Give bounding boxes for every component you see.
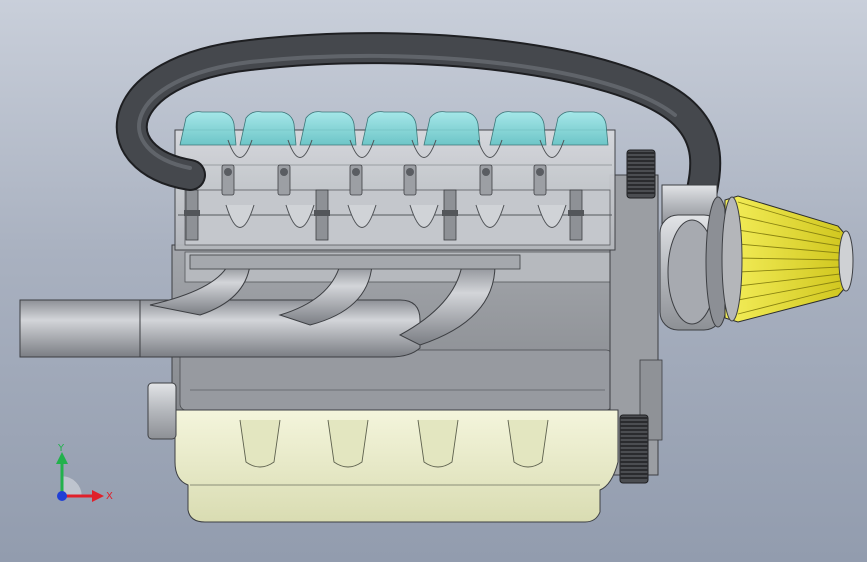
- front-pulley[interactable]: [147, 382, 177, 440]
- gear-tooth: [620, 457, 648, 459]
- gear-tooth: [620, 417, 648, 419]
- water-jacket-lobe: [423, 111, 481, 146]
- valve-stem: [280, 168, 288, 176]
- x-axis-label: X: [106, 491, 113, 502]
- gear-tooth: [620, 469, 648, 471]
- valve-stem: [352, 168, 360, 176]
- gear-tooth: [620, 465, 648, 467]
- sump-rib: [507, 419, 549, 468]
- water-jacket[interactable]: [179, 111, 609, 146]
- valve-stem: [536, 168, 544, 176]
- gear-tooth: [627, 176, 655, 178]
- water-jacket-lobe: [299, 111, 357, 146]
- gear-tooth: [620, 477, 648, 479]
- air-filter[interactable]: [721, 195, 854, 323]
- water-jacket-lobe: [551, 111, 609, 146]
- x-axis-arrowhead: [92, 490, 104, 502]
- gear-tooth: [620, 437, 648, 439]
- z-axis-dot: [57, 491, 67, 501]
- gear-tooth: [620, 473, 648, 475]
- intake-elbow[interactable]: [659, 184, 731, 331]
- gear-tooth: [627, 168, 655, 170]
- y-axis-label: Y: [57, 443, 65, 454]
- valve-stem: [482, 168, 490, 176]
- valve-stem: [406, 168, 414, 176]
- oil-sump[interactable]: [174, 409, 619, 523]
- water-jacket-lobe: [239, 111, 297, 146]
- camshaft-sprocket[interactable]: [626, 149, 656, 199]
- engine-assembly-model[interactable]: [0, 0, 867, 562]
- flywheel-gear[interactable]: [619, 414, 649, 484]
- gear-tooth: [627, 164, 655, 166]
- cylinder-head[interactable]: [174, 129, 616, 251]
- water-jacket-lobe: [179, 111, 237, 146]
- gear-tooth: [627, 188, 655, 190]
- gear-tooth: [627, 180, 655, 182]
- gear-tooth: [620, 429, 648, 431]
- sump-rib: [327, 419, 369, 468]
- sump-rib: [239, 419, 281, 468]
- gear-tooth: [627, 192, 655, 194]
- bolt-flange: [184, 210, 200, 216]
- sump-rib: [417, 419, 459, 468]
- gear-tooth: [620, 461, 648, 463]
- gear-tooth: [620, 441, 648, 443]
- gear-tooth: [620, 421, 648, 423]
- gear-tooth: [620, 445, 648, 447]
- gear-tooth: [627, 184, 655, 186]
- gear-tooth: [620, 453, 648, 455]
- water-jacket-lobe: [489, 111, 547, 146]
- valve-stem: [224, 168, 232, 176]
- gear-tooth: [627, 156, 655, 158]
- gear-tooth: [620, 449, 648, 451]
- water-jacket-lobe: [361, 111, 419, 146]
- gear-tooth: [627, 172, 655, 174]
- gear-tooth: [627, 152, 655, 154]
- gear-tooth: [620, 433, 648, 435]
- bolt-flange: [568, 210, 584, 216]
- graphics-viewport[interactable]: Y X: [0, 0, 867, 562]
- gear-tooth: [620, 425, 648, 427]
- bolt-flange: [314, 210, 330, 216]
- orientation-triad: Y X: [56, 443, 113, 502]
- bolt-flange: [442, 210, 458, 216]
- gear-tooth: [627, 160, 655, 162]
